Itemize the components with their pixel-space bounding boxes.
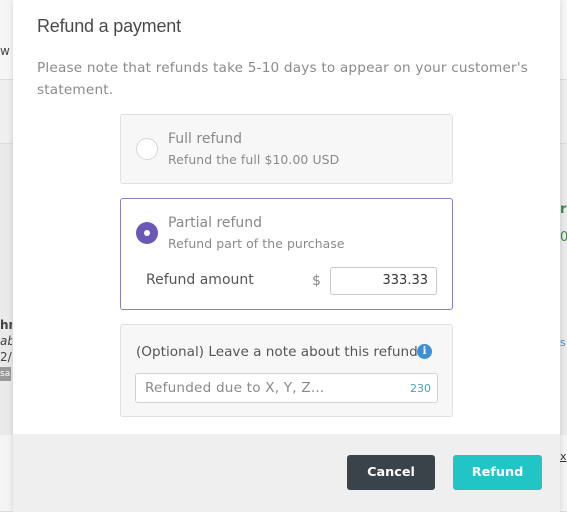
full-refund-description: Refund the full $10.00 USD xyxy=(168,152,340,167)
full-refund-radio[interactable] xyxy=(136,138,158,160)
background-text: 0 xyxy=(560,230,567,245)
character-count: 230 xyxy=(410,382,431,395)
background-link: s xyxy=(560,336,566,349)
refund-note-section: (Optional) Leave a note about this refun… xyxy=(120,324,453,417)
background-text: 2/0 xyxy=(0,350,12,364)
refund-amount-input[interactable]: 333.33 xyxy=(330,267,437,295)
full-refund-label: Full refund xyxy=(168,131,243,147)
background-text: ab xyxy=(0,334,12,348)
partial-refund-option[interactable]: Partial refund Refund part of the purcha… xyxy=(120,198,453,310)
background-text: hr xyxy=(0,318,12,332)
modal-title: Refund a payment xyxy=(37,16,181,36)
modal-footer: Cancel Refund xyxy=(13,434,560,512)
cancel-button[interactable]: Cancel xyxy=(347,455,435,490)
currency-symbol: $ xyxy=(312,273,321,289)
background-tag: sa xyxy=(0,367,11,381)
partial-refund-description: Refund part of the purchase xyxy=(168,236,345,251)
partial-refund-label: Partial refund xyxy=(168,215,263,231)
background-text: w xyxy=(0,44,10,58)
refund-note-label: (Optional) Leave a note about this refun… xyxy=(136,344,418,360)
refund-timing-note: Please note that refunds take 5-10 days … xyxy=(37,60,529,98)
partial-refund-radio[interactable] xyxy=(136,222,158,244)
full-refund-option[interactable]: Full refund Refund the full $10.00 USD xyxy=(120,114,453,184)
refund-amount-label: Refund amount xyxy=(146,272,254,288)
background-text: r xyxy=(560,202,567,217)
info-icon[interactable]: i xyxy=(417,344,432,359)
background-link: x xyxy=(560,450,567,463)
refund-note-placeholder: Refunded due to X, Y, Z... xyxy=(145,380,325,396)
refund-modal: Refund a payment Please note that refund… xyxy=(13,0,560,512)
refund-button[interactable]: Refund xyxy=(453,455,542,490)
refund-note-input[interactable]: Refunded due to X, Y, Z... 230 xyxy=(135,373,438,403)
